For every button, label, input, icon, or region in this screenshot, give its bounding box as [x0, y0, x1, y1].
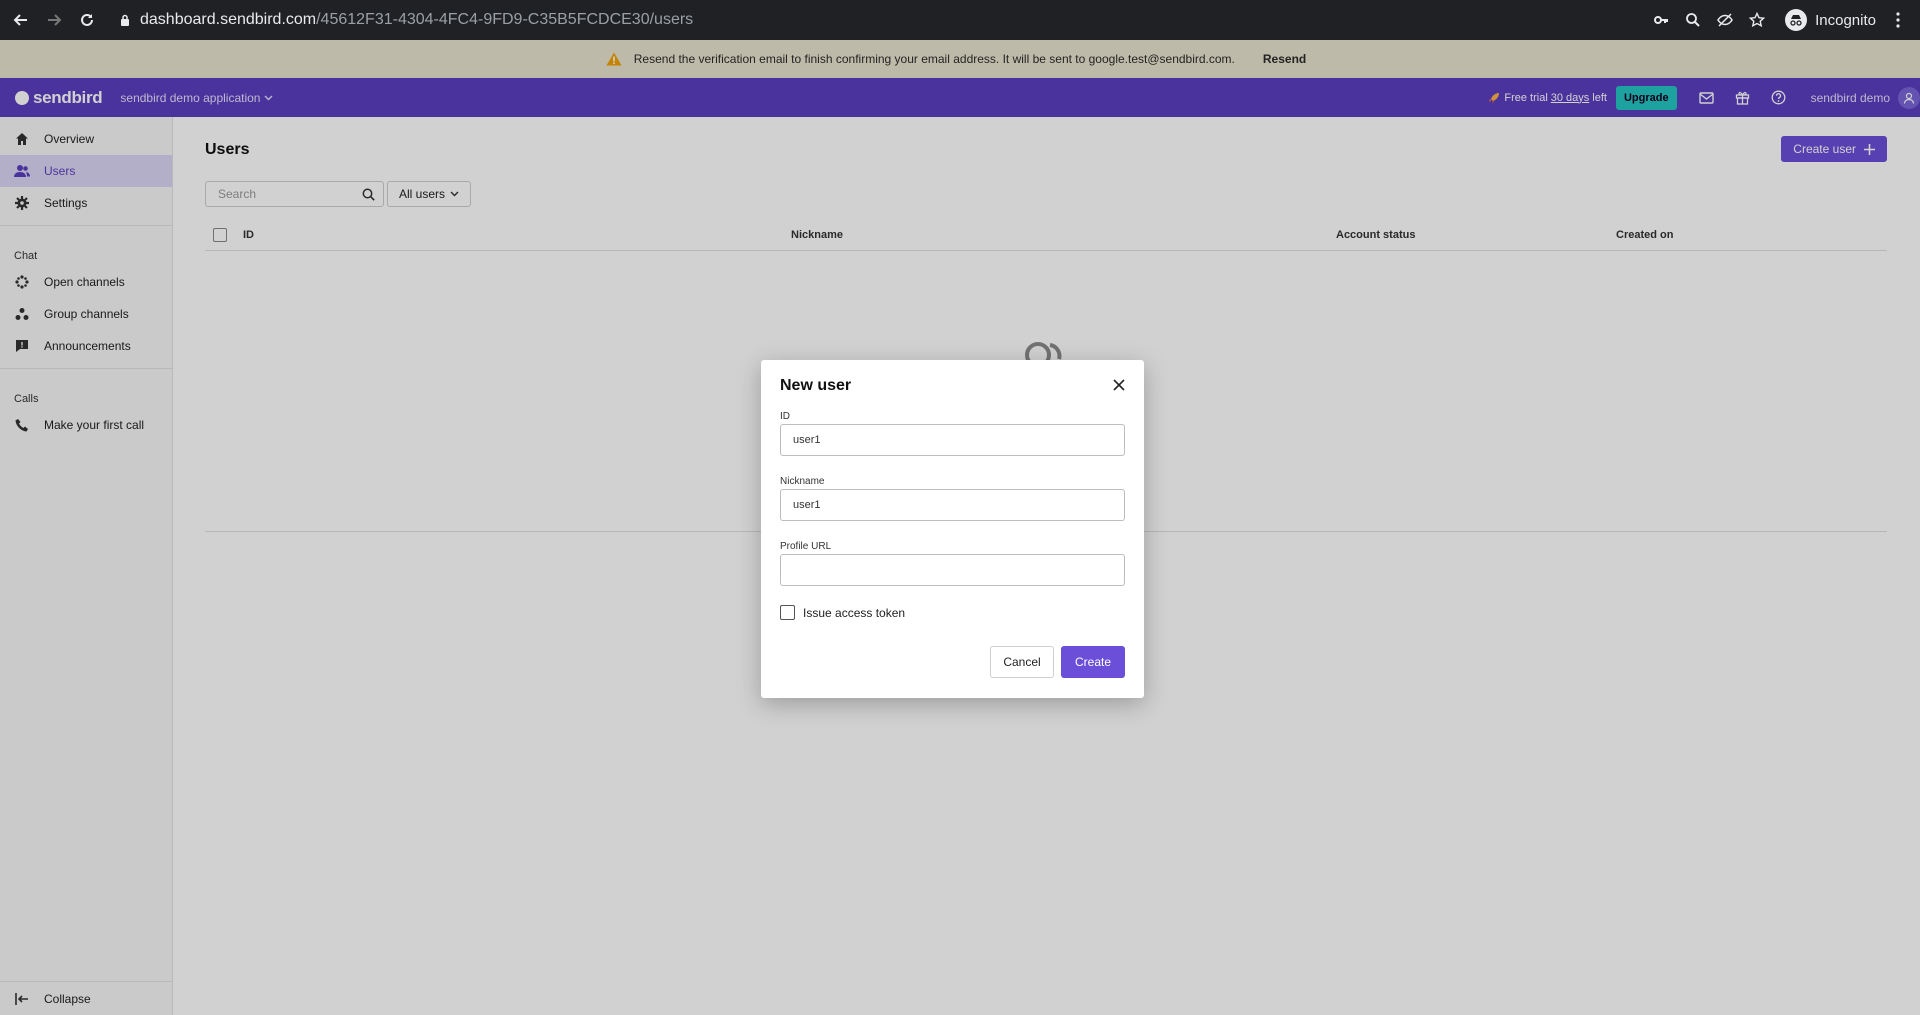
kebab-menu-icon[interactable]: [1888, 10, 1908, 30]
nickname-label: Nickname: [780, 476, 825, 487]
nickname-field-wrapper: [780, 489, 1125, 521]
zoom-icon[interactable]: [1683, 10, 1703, 30]
star-icon[interactable]: [1747, 10, 1767, 30]
key-icon[interactable]: [1651, 10, 1671, 30]
profile-url-field-wrapper: [780, 554, 1125, 586]
id-label: ID: [780, 411, 790, 422]
incognito-label: Incognito: [1815, 11, 1876, 29]
forward-icon[interactable]: [43, 9, 65, 31]
issue-access-token-checkbox[interactable]: [780, 605, 795, 620]
issue-access-token-option[interactable]: Issue access token: [780, 605, 905, 620]
new-user-dialog: New user ID Nickname Profile URL Issue a…: [761, 360, 1144, 698]
eye-off-icon[interactable]: [1715, 10, 1735, 30]
url-path: /45612F31-4304-4FC4-9FD9-C35B5FCDCE30/us…: [316, 11, 694, 28]
browser-chrome: dashboard.sendbird.com /45612F31-4304-4F…: [0, 0, 1920, 40]
nickname-field[interactable]: [781, 490, 1124, 520]
dialog-title: New user: [780, 377, 852, 394]
close-icon[interactable]: [1112, 378, 1126, 392]
incognito-profile[interactable]: Incognito: [1785, 9, 1876, 31]
incognito-icon: [1785, 9, 1808, 31]
profile-url-field[interactable]: [781, 555, 1124, 585]
url-host: dashboard.sendbird.com: [140, 11, 317, 28]
create-button[interactable]: Create: [1061, 646, 1125, 678]
lock-icon: [120, 14, 130, 26]
reload-icon[interactable]: [76, 9, 98, 31]
id-field[interactable]: [781, 425, 1124, 455]
back-icon[interactable]: [10, 9, 32, 31]
id-field-wrapper: [780, 424, 1125, 456]
profile-url-label: Profile URL: [780, 541, 832, 552]
address-bar[interactable]: dashboard.sendbird.com /45612F31-4304-4F…: [108, 5, 1884, 35]
cancel-button[interactable]: Cancel: [990, 646, 1054, 678]
issue-access-token-label: Issue access token: [803, 605, 906, 620]
